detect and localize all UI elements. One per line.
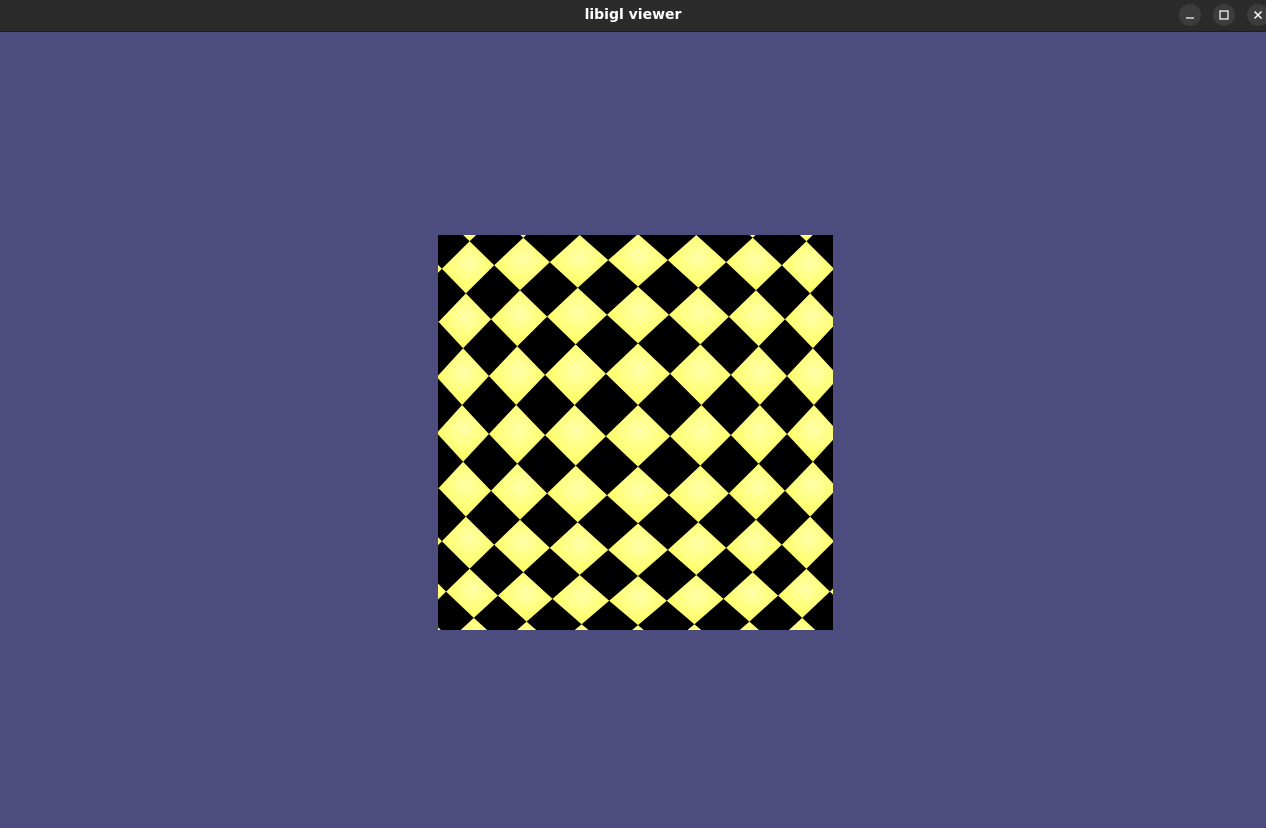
close-icon (1254, 11, 1262, 19)
maximize-button[interactable] (1213, 4, 1235, 26)
textured-mesh[interactable] (438, 235, 833, 630)
app-window: libigl viewer (0, 0, 1266, 828)
window-title: libigl viewer (584, 7, 682, 23)
close-button[interactable] (1247, 4, 1266, 26)
minimize-icon (1186, 17, 1194, 19)
checkerboard-texture (438, 235, 833, 630)
minimize-button[interactable] (1179, 4, 1201, 26)
maximize-icon (1219, 10, 1229, 20)
title-bar[interactable]: libigl viewer (0, 0, 1266, 32)
